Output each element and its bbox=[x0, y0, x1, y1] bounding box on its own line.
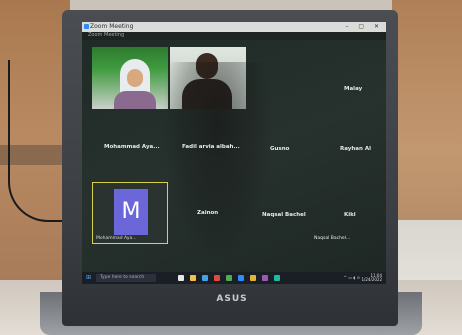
power-cable bbox=[8, 60, 70, 222]
avatar-tile-label: Mohammad Aya... bbox=[96, 236, 137, 241]
pinned-app-icon[interactable] bbox=[274, 275, 280, 281]
participant-name: Naqsal Bachel bbox=[262, 212, 306, 218]
windows-start-icon[interactable]: ⊞ bbox=[86, 275, 92, 281]
participant-name: Malay bbox=[344, 86, 363, 92]
video-tile-participant-1[interactable] bbox=[92, 47, 168, 109]
taskbar-date: 1/24/2022 bbox=[361, 277, 382, 282]
participant-name: Fadil arvia albah... bbox=[182, 144, 240, 150]
window-titlebar[interactable]: Zoom Meeting – ▢ ✕ bbox=[82, 22, 386, 32]
video-tile-avatar-m[interactable]: M Mohammad Aya... bbox=[92, 182, 168, 244]
chrome-browser-icon[interactable] bbox=[226, 275, 232, 281]
background-wall-right bbox=[392, 0, 462, 250]
window-title: Zoom Meeting bbox=[90, 23, 134, 30]
screen-reflection bbox=[162, 62, 272, 262]
laptop-screen: Zoom Meeting – ▢ ✕ Zoom Meeting Mohammad… bbox=[82, 22, 386, 284]
taskbar-search-box[interactable]: Type here to search bbox=[96, 274, 156, 282]
laptop-brand-logo: ASUS bbox=[216, 294, 248, 304]
participant-name: Naqsal Bachel... bbox=[314, 236, 351, 241]
participant-name: Mohammad Aya... bbox=[104, 144, 160, 150]
file-explorer-icon[interactable] bbox=[190, 275, 196, 281]
taskbar-search-placeholder: Type here to search bbox=[100, 275, 145, 280]
windows-taskbar: ⊞ Type here to search ^ ▭ ◖ ⊙ 11:04 1/24… bbox=[82, 272, 386, 284]
system-tray-icons[interactable]: ^ ▭ ◖ ⊙ bbox=[344, 275, 360, 280]
task-view-icon[interactable] bbox=[178, 275, 184, 281]
participant-name: Zainon bbox=[197, 210, 219, 216]
participant-1-face bbox=[127, 69, 143, 87]
zoom-taskbar-icon[interactable] bbox=[238, 275, 244, 281]
office-app-icon[interactable] bbox=[214, 275, 220, 281]
participant-1-body bbox=[114, 91, 156, 109]
participant-name: Rayhan Al bbox=[340, 146, 371, 152]
taskbar-clock[interactable]: 11:04 1/24/2022 bbox=[361, 274, 382, 282]
meeting-subtitle: Zoom Meeting bbox=[88, 32, 125, 38]
avatar: M bbox=[114, 189, 148, 235]
window-controls[interactable]: – ▢ ✕ bbox=[345, 23, 383, 30]
participant-name: Gusno bbox=[270, 146, 290, 152]
pinned-app-icon[interactable] bbox=[250, 275, 256, 281]
participant-name: Kiki bbox=[344, 212, 356, 218]
zoom-app-icon bbox=[84, 24, 89, 29]
edge-browser-icon[interactable] bbox=[202, 275, 208, 281]
pinned-app-icon[interactable] bbox=[262, 275, 268, 281]
meeting-subbar: Zoom Meeting bbox=[82, 32, 386, 40]
